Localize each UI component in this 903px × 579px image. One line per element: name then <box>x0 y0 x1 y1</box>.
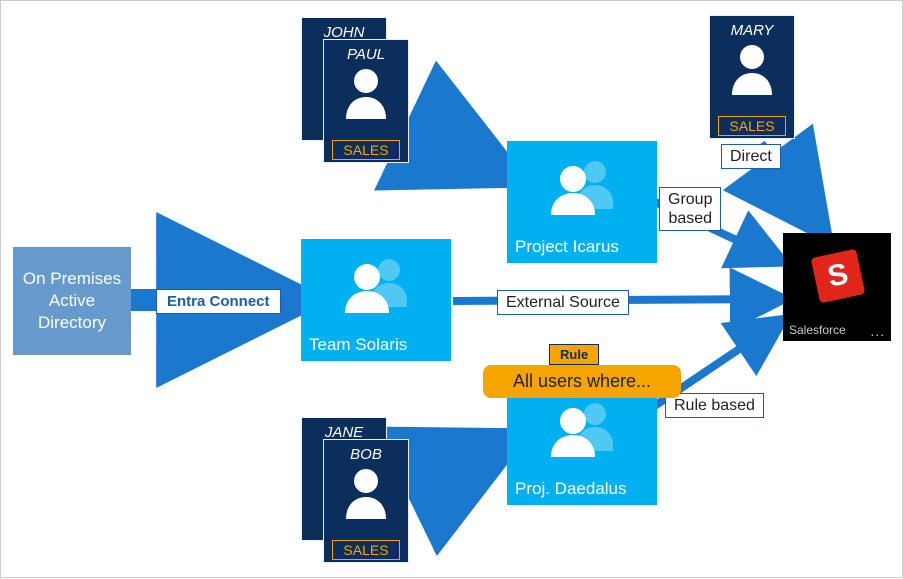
user-dept: SALES <box>332 140 399 160</box>
user-dept: SALES <box>718 116 785 136</box>
flow-group-label: Group based <box>659 187 721 231</box>
group-label: Project Icarus <box>515 237 649 257</box>
group-team-solaris: Team Solaris <box>301 239 451 361</box>
onprem-ad-label: On Premises Active Directory <box>23 268 121 334</box>
group-icon <box>547 159 621 215</box>
more-icon[interactable]: ... <box>870 323 885 339</box>
user-name: PAUL <box>347 46 385 63</box>
group-proj-daedalus: Proj. Daedalus <box>507 383 657 505</box>
user-card-paul: PAUL SALES <box>323 39 409 163</box>
user-avatar-icon <box>342 67 390 119</box>
app-name-label: Salesforce <box>789 323 846 337</box>
user-card-mary: MARY SALES <box>709 15 795 139</box>
group-label: Team Solaris <box>309 335 443 355</box>
user-dept: SALES <box>332 540 399 560</box>
user-card-bob: BOB SALES <box>323 439 409 563</box>
user-name: MARY <box>731 22 774 39</box>
user-avatar-icon <box>342 467 390 519</box>
salesforce-logo-icon: S <box>811 249 866 304</box>
app-tile-salesforce[interactable]: S Salesforce ... <box>783 233 891 341</box>
group-label: Proj. Daedalus <box>515 479 649 499</box>
rule-tab: Rule <box>549 344 599 365</box>
onprem-ad-box: On Premises Active Directory <box>13 247 131 355</box>
flow-rule-label: Rule based <box>665 393 764 418</box>
rule-box: All users where... <box>483 365 681 398</box>
entra-connect-label: Entra Connect <box>156 289 281 314</box>
user-avatar-icon <box>728 43 776 95</box>
user-name: BOB <box>350 446 382 463</box>
group-project-icarus: Project Icarus <box>507 141 657 263</box>
group-icon <box>341 257 415 313</box>
flow-external-label: External Source <box>497 290 629 315</box>
group-icon <box>547 401 621 457</box>
salesforce-logo-letter: S <box>825 257 852 294</box>
flow-direct-label: Direct <box>721 144 781 169</box>
